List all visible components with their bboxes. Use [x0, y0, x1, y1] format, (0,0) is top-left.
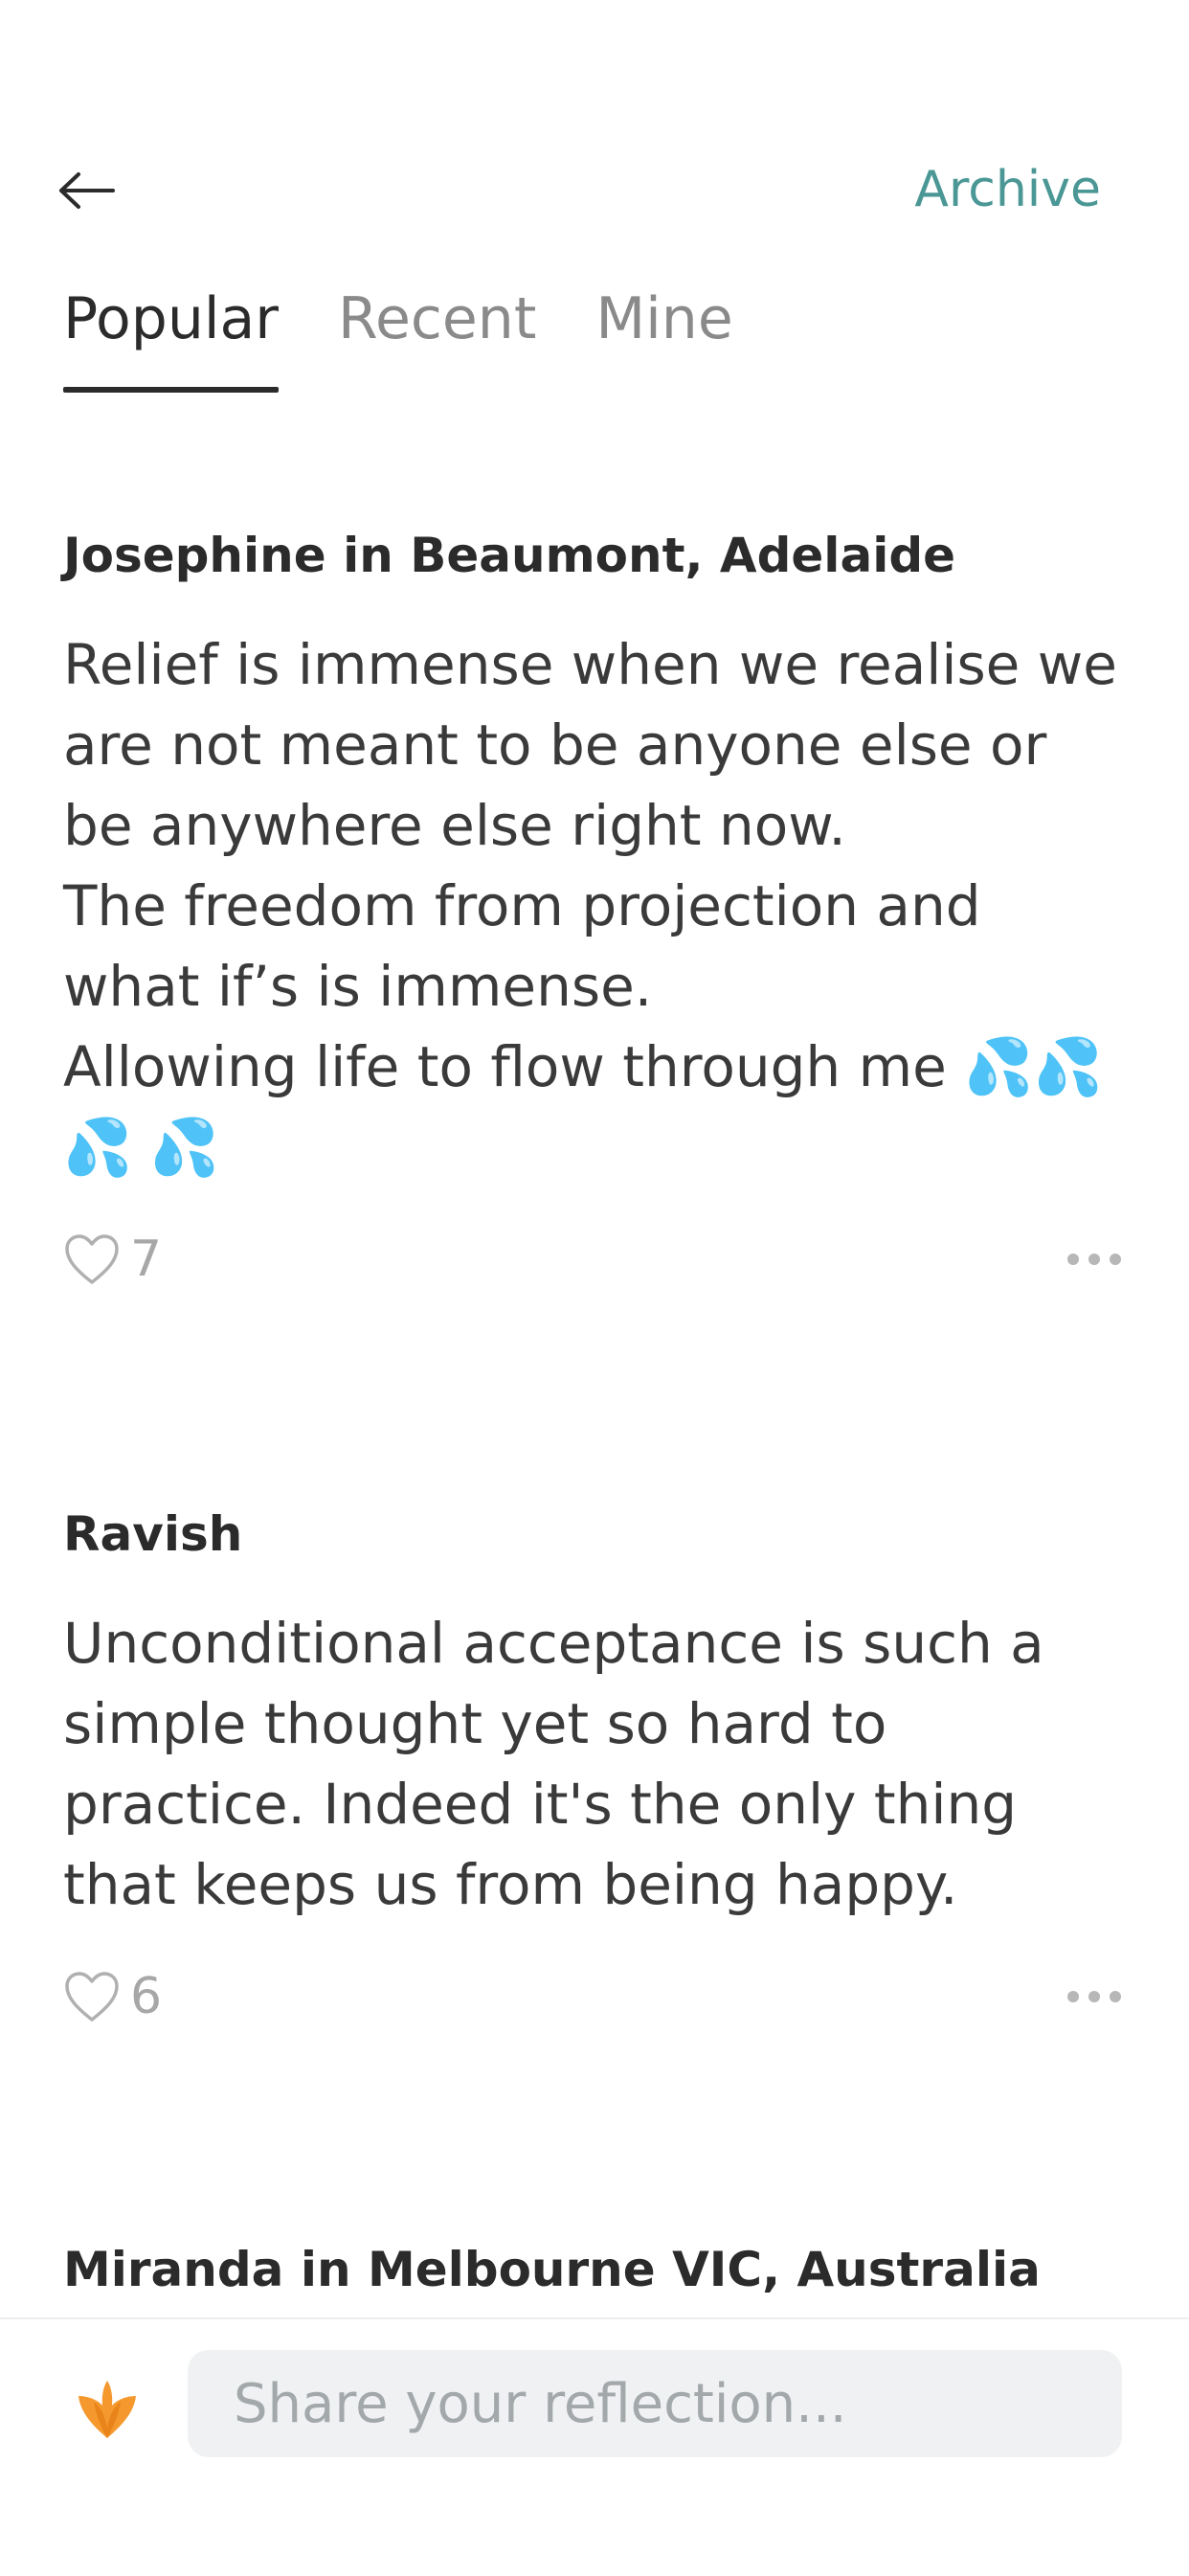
lotus-logo-icon: [79, 2381, 136, 2438]
more-dot: [1110, 1991, 1121, 2002]
heart-icon: [65, 1234, 119, 1284]
like-button[interactable]: 6: [63, 1968, 162, 2025]
post-author: Miranda in Melbourne VIC, Australia: [63, 2242, 1041, 2297]
more-options-button[interactable]: [1061, 1968, 1128, 2025]
more-dots-icon: [1067, 1254, 1079, 1265]
post-actions: 7: [63, 1226, 1128, 1293]
post-text: Relief is immense when we realise we are…: [63, 632, 1117, 1180]
like-button[interactable]: 7: [63, 1231, 162, 1288]
more-dots-icon: [1067, 1991, 1079, 2002]
like-count: 6: [130, 1968, 163, 2025]
more-dot: [1088, 1991, 1100, 2002]
post-card: Ravish Unconditional acceptance is such …: [63, 1505, 1128, 2030]
post-author: Ravish: [63, 1506, 243, 1562]
like-count: 7: [130, 1231, 163, 1288]
post-actions: 6: [63, 1963, 1128, 2030]
post-card: Josephine in Beaumont, Adelaide Relief i…: [63, 527, 1128, 1293]
post-text: Unconditional acceptance is such a simpl…: [63, 1611, 1044, 1917]
reflection-input[interactable]: [188, 2350, 1122, 2457]
more-dot: [1110, 1254, 1121, 1265]
more-dot: [1088, 1254, 1100, 1265]
compose-bar: [0, 2317, 1189, 2576]
post-card: Miranda in Melbourne VIC, Australia: [63, 2241, 1128, 2298]
reflection-feed[interactable]: Josephine in Beaumont, Adelaide Relief i…: [0, 0, 1189, 2317]
post-author: Josephine in Beaumont, Adelaide: [63, 528, 956, 583]
heart-icon: [65, 1972, 119, 2022]
more-options-button[interactable]: [1061, 1231, 1128, 1288]
